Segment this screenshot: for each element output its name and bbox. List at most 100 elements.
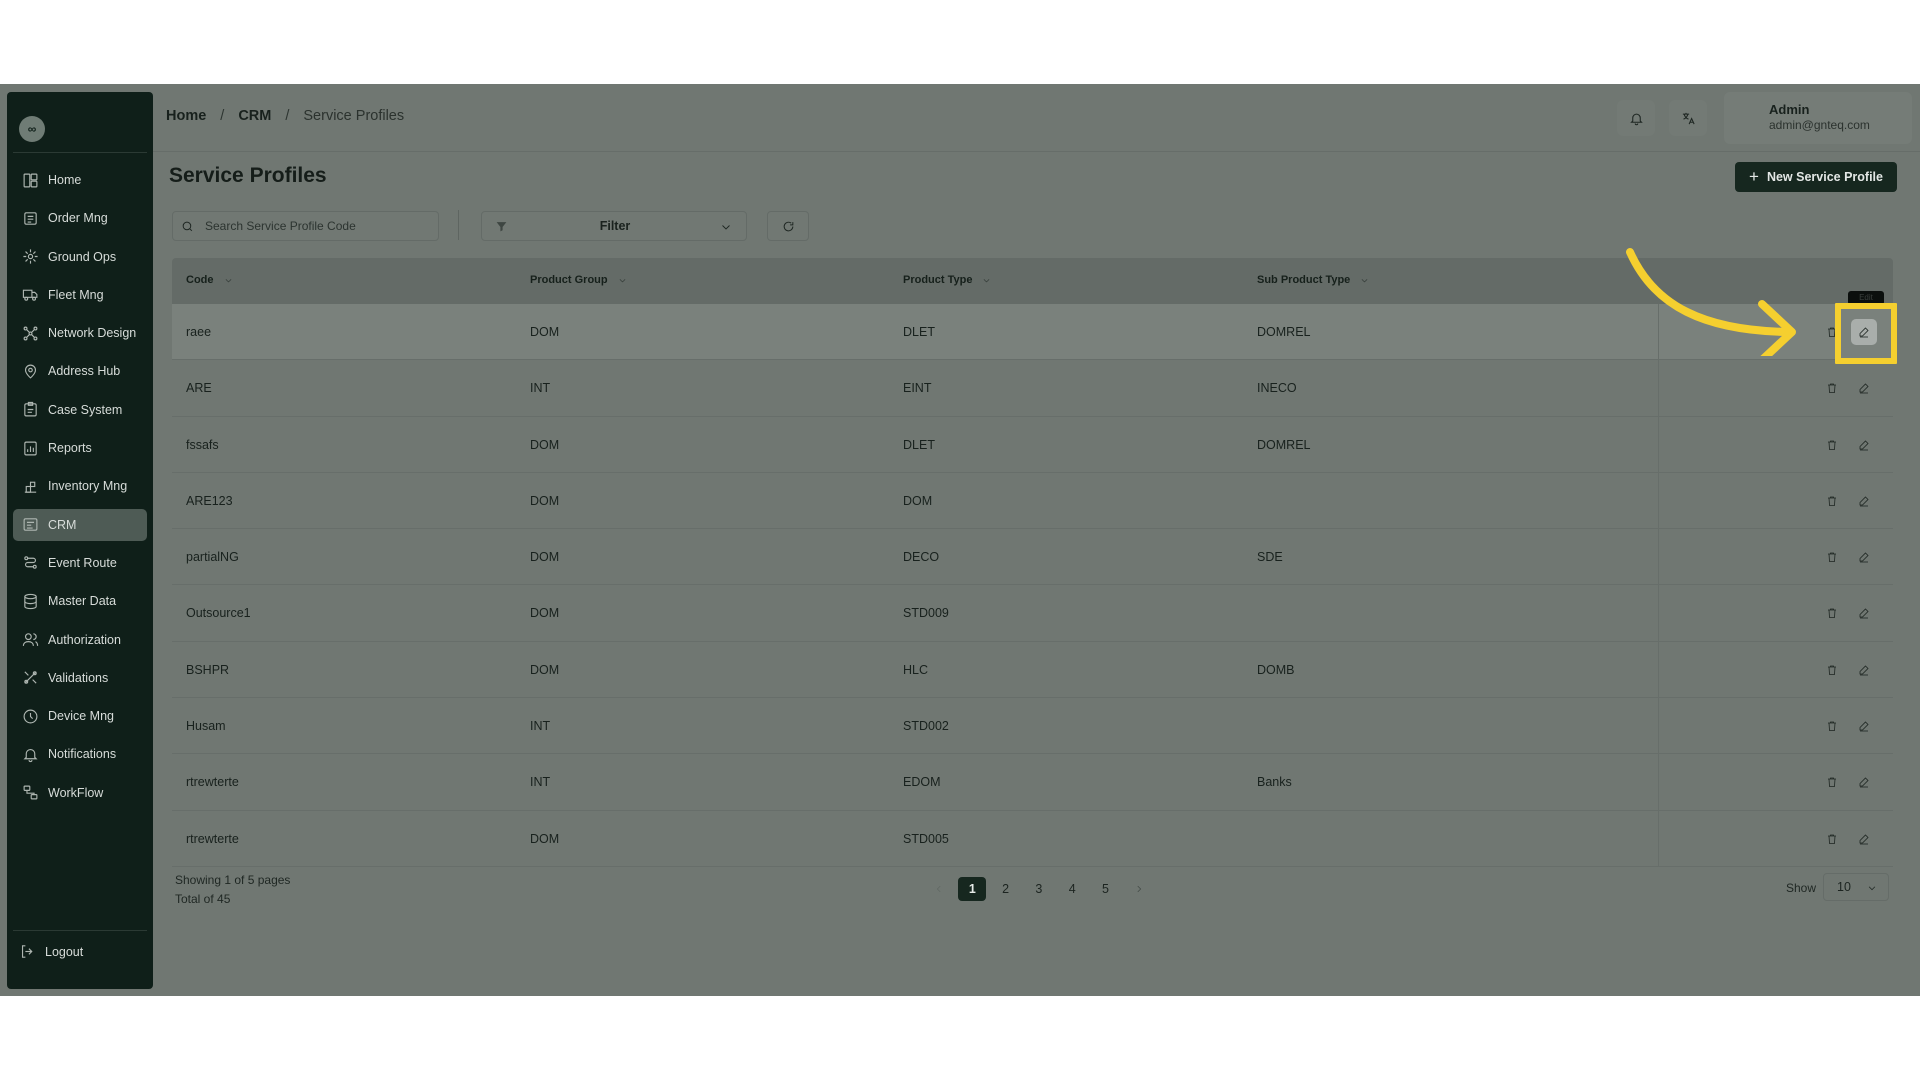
page-button-1[interactable]: 1 (958, 877, 987, 901)
page-button-4[interactable]: 4 (1058, 877, 1086, 901)
sidebar-item-network-design[interactable]: Network Design (13, 317, 147, 349)
order-icon (21, 209, 39, 227)
app-logo[interactable]: ∞ (19, 116, 45, 142)
delete-button[interactable] (1823, 604, 1841, 622)
cell-type: EINT (903, 381, 932, 396)
page-size-value: 10 (1837, 880, 1851, 894)
sidebar-item-fleet-mng[interactable]: Fleet Mng (13, 279, 147, 311)
pagination-info: Showing 1 of 5 pages Total of 45 (175, 871, 290, 909)
annotation-arrow (1626, 248, 1796, 356)
sidebar-item-master-data[interactable]: Master Data (13, 585, 147, 617)
sidebar-item-label: CRM (48, 517, 77, 532)
page-size-select[interactable]: 10 (1823, 873, 1889, 901)
edit-button[interactable] (1855, 604, 1873, 622)
delete-button[interactable] (1823, 773, 1841, 791)
new-service-profile-button[interactable]: + New Service Profile (1735, 162, 1897, 192)
truck-icon (21, 286, 39, 304)
delete-button[interactable] (1823, 830, 1841, 848)
filter-label: Filter (599, 219, 631, 233)
sidebar-item-inventory-mng[interactable]: Inventory Mng (13, 470, 147, 502)
search-input[interactable] (205, 219, 425, 233)
sidebar-item-label: Event Route (48, 555, 117, 570)
pencil-icon (1859, 665, 1869, 676)
edit-button[interactable] (1855, 773, 1873, 791)
column-header-product-group[interactable]: Product Group (530, 274, 627, 286)
pencil-icon (1859, 496, 1869, 507)
edit-button[interactable] (1855, 661, 1873, 679)
edit-button[interactable] (1855, 830, 1873, 848)
logout-button[interactable]: Logout (19, 943, 83, 960)
page-button-2[interactable]: 2 (992, 877, 1020, 901)
column-header-code[interactable]: Code (186, 274, 233, 286)
delete-button[interactable] (1823, 436, 1841, 454)
breadcrumb-separator: / (220, 108, 225, 124)
edit-button[interactable] (1855, 379, 1873, 397)
chevron-left-icon (936, 885, 941, 893)
database-icon (21, 592, 39, 610)
table-row: partialNG DOM DECO SDE (172, 529, 1893, 586)
cell-group: INT (530, 719, 551, 734)
notifications-button[interactable] (1617, 100, 1655, 136)
sidebar-item-address-hub[interactable]: Address Hub (13, 355, 147, 387)
sidebar-item-label: Order Mng (48, 211, 108, 226)
crm-icon (21, 516, 39, 534)
prev-page-button[interactable] (925, 877, 953, 901)
inventory-icon (21, 477, 39, 495)
column-header-product-type[interactable]: Product Type (903, 274, 991, 286)
sidebar-item-workflow[interactable]: WorkFlow (13, 777, 147, 809)
breadcrumb-crm[interactable]: CRM (238, 108, 271, 124)
filter-dropdown[interactable]: Filter (481, 211, 747, 241)
sort-chevron-icon (619, 278, 625, 282)
delete-button[interactable] (1823, 548, 1841, 566)
table-row: rtrewterte INT EDOM Banks (172, 754, 1893, 811)
sidebar-item-home[interactable]: Home (13, 164, 147, 196)
pencil-icon (1859, 440, 1869, 450)
sidebar-item-notifications[interactable]: Notifications (13, 738, 147, 770)
sidebar-item-authorization[interactable]: Authorization (13, 624, 147, 656)
sidebar-item-label: Authorization (48, 632, 121, 647)
network-icon (21, 324, 39, 342)
sidebar-item-validations[interactable]: Validations (13, 662, 147, 694)
sidebar-item-ground-ops[interactable]: Ground Ops (13, 241, 147, 273)
page-button-5[interactable]: 5 (1091, 877, 1119, 901)
refresh-button[interactable] (767, 211, 809, 241)
edit-button[interactable] (1855, 717, 1873, 735)
device-icon (21, 707, 39, 725)
user-menu[interactable]: Admin admin@gnteq.com (1724, 92, 1912, 144)
pencil-icon (1859, 608, 1869, 619)
toolbar-divider (458, 210, 459, 240)
sidebar-item-device-mng[interactable]: Device Mng (13, 700, 147, 732)
breadcrumb-home[interactable]: Home (166, 108, 206, 124)
delete-button[interactable] (1823, 717, 1841, 735)
table-body: raee DOM DLET DOMREL ARE INT EINT INECO fssafs DO… (172, 304, 1893, 867)
cell-type: EDOM (903, 775, 941, 790)
table-row: ARE INT EINT INECO (172, 360, 1893, 417)
sidebar-nav: Home Order Mng Ground Ops Fleet Mng Network … (13, 164, 147, 815)
refresh-icon (783, 221, 793, 231)
column-header-sub-product-type[interactable]: Sub Product Type (1257, 274, 1369, 286)
next-page-button[interactable] (1125, 877, 1153, 901)
page-button-3[interactable]: 3 (1025, 877, 1053, 901)
edit-button[interactable] (1855, 492, 1873, 510)
delete-button[interactable] (1823, 379, 1841, 397)
header-divider (153, 151, 1920, 152)
edit-button[interactable] (1855, 548, 1873, 566)
pencil-icon (1859, 777, 1869, 788)
edit-button[interactable] (1855, 436, 1873, 454)
sidebar-item-order-mng[interactable]: Order Mng (13, 202, 147, 234)
delete-button[interactable] (1823, 661, 1841, 679)
trash-icon (1828, 609, 1836, 619)
delete-button[interactable] (1823, 492, 1841, 510)
sidebar-item-label: Case System (48, 402, 123, 417)
ground-ops-icon (21, 248, 39, 266)
sidebar: ∞ Home Order Mng Ground Ops Fleet Mng Networ… (7, 92, 153, 989)
sidebar-item-crm[interactable]: CRM (13, 508, 147, 541)
breadcrumb-separator: / (285, 108, 290, 124)
sidebar-item-label: Notifications (48, 747, 117, 762)
trash-icon (1828, 383, 1836, 394)
sidebar-item-case-system[interactable]: Case System (13, 394, 147, 426)
language-button[interactable] (1669, 100, 1707, 136)
page-size-label: Show (1786, 881, 1817, 895)
sidebar-item-reports[interactable]: Reports (13, 432, 147, 464)
sidebar-item-event-route[interactable]: Event Route (13, 547, 147, 579)
